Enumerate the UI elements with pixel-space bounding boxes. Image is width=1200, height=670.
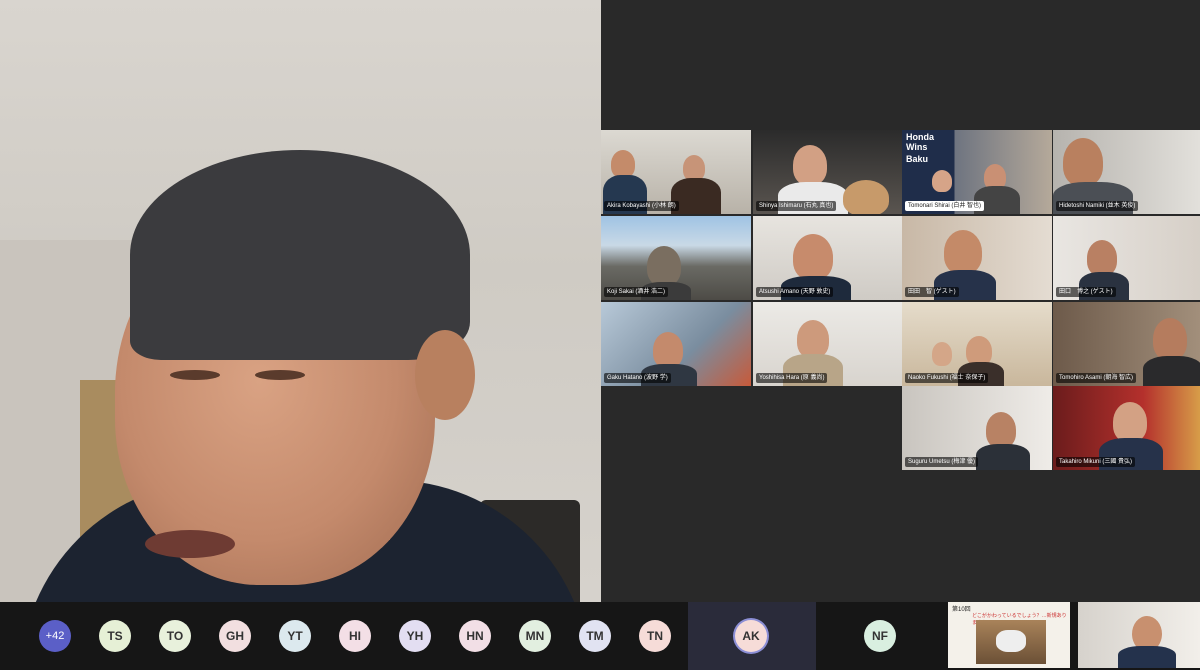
video-tile[interactable]: Takahiro Mikuni (三國 貴弘) — [1053, 386, 1200, 470]
video-tile[interactable]: 田口 博之 (ゲスト) — [1053, 216, 1200, 300]
video-tile[interactable]: 田田 智 (ゲスト) — [902, 216, 1052, 300]
participant-name: Tomohiro Asami (朝海 智広) — [1056, 373, 1137, 383]
participant-name: Naoko Fukushi (福士 奈保子) — [905, 373, 989, 383]
participant-avatar[interactable]: GH — [219, 620, 251, 652]
video-tile[interactable]: Atsushi Amano (天野 敦史) — [753, 216, 903, 300]
participant-avatar[interactable]: HI — [339, 620, 371, 652]
video-tile[interactable]: Koji Sakai (酒井 浩二) — [601, 216, 751, 300]
participant-name: Gaku Hatano (波野 学) — [604, 373, 671, 383]
participant-name: Akira Kobayashi (小林 朗) — [604, 201, 679, 211]
slide-cat — [996, 630, 1026, 652]
video-tile[interactable]: Tomohiro Asami (朝海 智広) — [1053, 302, 1200, 386]
video-tile[interactable]: Akira Kobayashi (小林 朗) — [601, 130, 751, 214]
participant-avatar[interactable]: YT — [279, 620, 311, 652]
participant-name: Takahiro Mikuni (三國 貴弘) — [1056, 457, 1136, 467]
speaker-hair — [130, 150, 470, 360]
participant-avatar[interactable]: NF — [864, 620, 896, 652]
video-tile[interactable]: Gaku Hatano (波野 学) — [601, 302, 751, 386]
speaker-mouth — [145, 530, 235, 558]
participant-avatar[interactable]: HN — [459, 620, 491, 652]
participant-name: Shinya Ishimaru (石丸 真也) — [756, 201, 837, 211]
speaker-eye-left — [170, 370, 220, 380]
participant-name: 田口 博之 (ゲスト) — [1056, 287, 1116, 297]
speaker-eye-right — [255, 370, 305, 380]
book-title: Honda Wins — [906, 132, 934, 152]
book-subtitle: Baku — [906, 154, 929, 164]
participant-name: Atsushi Amano (天野 敦史) — [756, 287, 834, 297]
video-tile[interactable]: Honda Wins Baku Tomonari Shirai (白井 智也) — [902, 130, 1052, 214]
participant-name: Suguru Umetsu (梅津 優) — [905, 457, 979, 467]
active-speaker-video[interactable] — [0, 0, 601, 602]
participant-name: Koji Sakai (酒井 浩二) — [604, 287, 669, 297]
video-tile[interactable]: Yoshihisa Hara (原 義尚) — [753, 302, 903, 386]
more-participants-button[interactable]: +42 — [39, 620, 71, 652]
slide-title: 第10回 — [952, 607, 971, 613]
participant-avatar[interactable]: TO — [159, 620, 191, 652]
participant-name: Tomonari Shirai (白井 智也) — [905, 201, 985, 211]
participant-name: Hidetoshi Namiki (並木 英俊) — [1056, 201, 1139, 211]
video-tile[interactable]: Shinya Ishimaru (石丸 真也) — [753, 130, 903, 214]
participant-avatar[interactable]: YH — [399, 620, 431, 652]
participant-avatar[interactable]: TM — [579, 620, 611, 652]
gallery-grid: Akira Kobayashi (小林 朗) Shinya Ishimaru (… — [601, 130, 1200, 470]
participant-avatar[interactable]: MN — [519, 620, 551, 652]
participant-avatar[interactable]: TN — [639, 620, 671, 652]
video-tile[interactable]: Suguru Umetsu (梅津 優) — [902, 386, 1052, 470]
participant-avatar[interactable]: TS — [99, 620, 131, 652]
shared-screen-thumbnail[interactable]: 第10回 どこがかわっているでしょう？…新規ありますか — [948, 602, 1070, 668]
video-tile[interactable]: Hidetoshi Namiki (並木 英俊) — [1053, 130, 1200, 214]
participant-name: Yoshihisa Hara (原 義尚) — [756, 373, 828, 383]
active-participant-avatar[interactable]: AK — [735, 620, 767, 652]
participant-name: 田田 智 (ゲスト) — [905, 287, 959, 297]
video-tile[interactable]: Naoko Fukushi (福士 奈保子) — [902, 302, 1052, 386]
self-view-body — [1118, 646, 1176, 668]
self-view-thumbnail[interactable] — [1078, 602, 1200, 668]
speaker-ear — [415, 330, 475, 420]
